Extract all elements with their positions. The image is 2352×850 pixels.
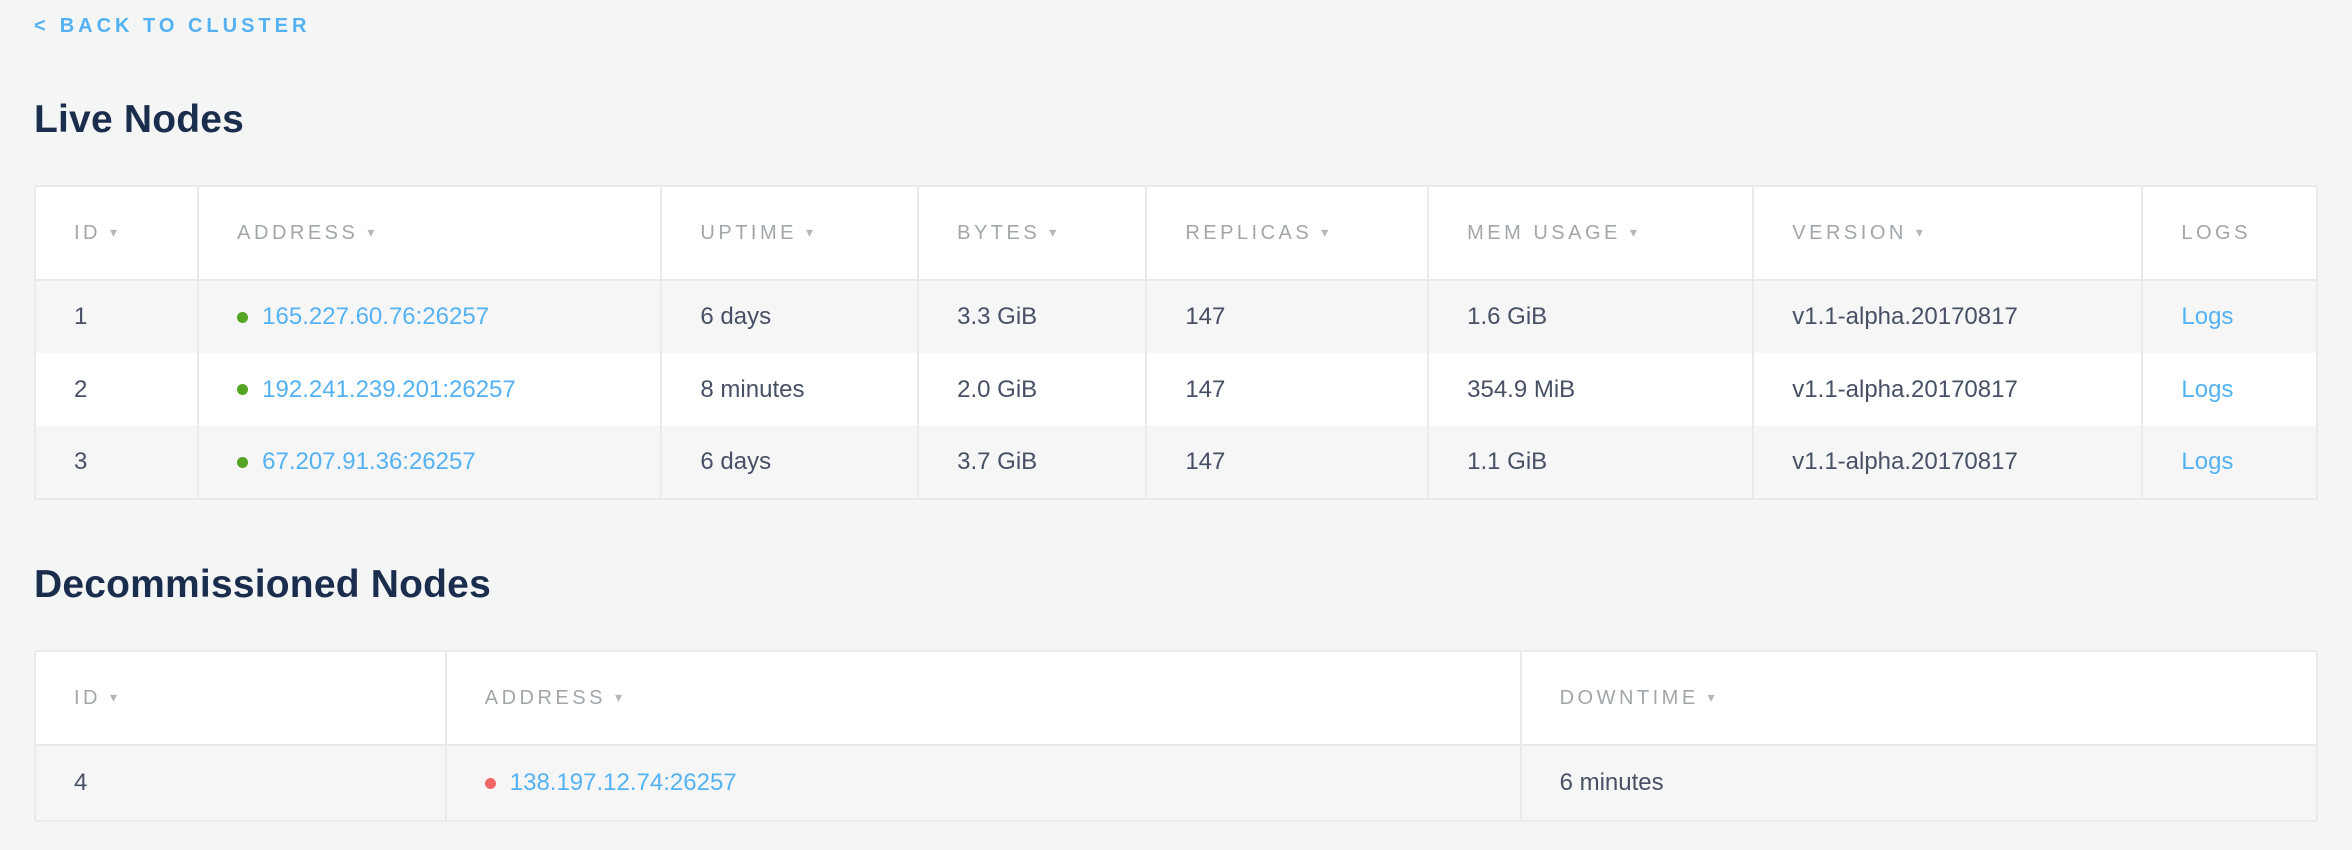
node-logs-cell: Logs xyxy=(2142,353,2317,426)
decommissioned-nodes-title: Decommissioned Nodes xyxy=(34,563,2318,607)
logs-link[interactable]: Logs xyxy=(2181,448,2233,475)
sort-icon: ▾ xyxy=(1049,224,1060,240)
decommissioned-nodes-table: ID▾ ADDRESS▾ DOWNTIME▾ 4 138.197.12.74:2… xyxy=(34,650,2318,822)
logs-link[interactable]: Logs xyxy=(2181,303,2233,330)
node-id-cell: 2 xyxy=(35,353,198,426)
node-uptime-cell: 6 days xyxy=(661,280,918,353)
node-replicas-cell: 147 xyxy=(1146,353,1428,426)
node-replicas-cell: 147 xyxy=(1146,426,1428,499)
back-chevron-icon: < xyxy=(34,15,50,37)
table-row: 4 138.197.12.74:26257 6 minutes xyxy=(35,745,2317,821)
node-address-link[interactable]: 192.241.239.201:26257 xyxy=(262,376,516,404)
logs-link[interactable]: Logs xyxy=(2181,376,2233,403)
node-mem-usage-cell: 354.9 MiB xyxy=(1428,353,1753,426)
node-bytes-cell: 3.3 GiB xyxy=(918,280,1146,353)
node-address-cell: 138.197.12.74:26257 xyxy=(446,745,1521,821)
sort-icon: ▾ xyxy=(110,689,121,705)
node-address-cell: 67.207.91.36:26257 xyxy=(198,426,661,499)
node-id-cell: 1 xyxy=(35,280,198,353)
sort-icon: ▾ xyxy=(615,689,626,705)
node-address-link[interactable]: 165.227.60.76:26257 xyxy=(262,303,489,331)
column-header-downtime[interactable]: DOWNTIME▾ xyxy=(1521,651,2317,745)
live-nodes-header-row: ID▾ ADDRESS▾ UPTIME▾ BYTES▾ REPLICAS▾ ME… xyxy=(35,186,2317,280)
column-header-mem-usage[interactable]: MEM USAGE▾ xyxy=(1428,186,1753,280)
node-address-link[interactable]: 138.197.12.74:26257 xyxy=(510,769,737,797)
node-uptime-cell: 6 days xyxy=(661,426,918,499)
node-uptime-cell: 8 minutes xyxy=(661,353,918,426)
back-to-cluster-link[interactable]: < BACK TO CLUSTER xyxy=(34,15,310,38)
column-header-id[interactable]: ID▾ xyxy=(35,651,446,745)
table-row: 3 67.207.91.36:26257 6 days 3.7 GiB 147 … xyxy=(35,426,2317,499)
table-row: 2 192.241.239.201:26257 8 minutes 2.0 Gi… xyxy=(35,353,2317,426)
sort-icon: ▾ xyxy=(1916,224,1927,240)
page-container: < BACK TO CLUSTER Live Nodes ID▾ ADDRESS▾… xyxy=(0,0,2352,822)
node-bytes-cell: 3.7 GiB xyxy=(918,426,1146,499)
node-replicas-cell: 147 xyxy=(1146,280,1428,353)
node-live-status-dot-icon xyxy=(237,312,248,323)
sort-icon: ▾ xyxy=(110,224,121,240)
column-header-logs: LOGS xyxy=(2142,186,2317,280)
column-header-version[interactable]: VERSION▾ xyxy=(1753,186,2142,280)
node-id-cell: 4 xyxy=(35,745,446,821)
node-version-cell: v1.1-alpha.20170817 xyxy=(1753,280,2142,353)
column-header-bytes[interactable]: BYTES▾ xyxy=(918,186,1146,280)
node-id-cell: 3 xyxy=(35,426,198,499)
table-row: 1 165.227.60.76:26257 6 days 3.3 GiB 147… xyxy=(35,280,2317,353)
live-nodes-title: Live Nodes xyxy=(34,98,2318,142)
node-decommissioned-status-dot-icon xyxy=(485,778,496,789)
node-address-cell: 192.241.239.201:26257 xyxy=(198,353,661,426)
sort-icon: ▾ xyxy=(806,224,817,240)
decommissioned-header-row: ID▾ ADDRESS▾ DOWNTIME▾ xyxy=(35,651,2317,745)
sort-icon: ▾ xyxy=(367,224,378,240)
node-logs-cell: Logs xyxy=(2142,426,2317,499)
node-mem-usage-cell: 1.6 GiB xyxy=(1428,280,1753,353)
column-header-address[interactable]: ADDRESS▾ xyxy=(198,186,661,280)
node-live-status-dot-icon xyxy=(237,384,248,395)
sort-icon: ▾ xyxy=(1708,689,1719,705)
sort-icon: ▾ xyxy=(1321,224,1332,240)
back-link-label: BACK TO CLUSTER xyxy=(60,15,311,37)
node-live-status-dot-icon xyxy=(237,457,248,468)
live-nodes-table: ID▾ ADDRESS▾ UPTIME▾ BYTES▾ REPLICAS▾ ME… xyxy=(34,185,2318,500)
node-logs-cell: Logs xyxy=(2142,280,2317,353)
column-header-uptime[interactable]: UPTIME▾ xyxy=(661,186,918,280)
column-header-replicas[interactable]: REPLICAS▾ xyxy=(1146,186,1428,280)
node-downtime-cell: 6 minutes xyxy=(1521,745,2317,821)
node-version-cell: v1.1-alpha.20170817 xyxy=(1753,353,2142,426)
node-address-cell: 165.227.60.76:26257 xyxy=(198,280,661,353)
sort-icon: ▾ xyxy=(1630,224,1641,240)
column-header-id[interactable]: ID▾ xyxy=(35,186,198,280)
node-mem-usage-cell: 1.1 GiB xyxy=(1428,426,1753,499)
column-header-address[interactable]: ADDRESS▾ xyxy=(446,651,1521,745)
node-bytes-cell: 2.0 GiB xyxy=(918,353,1146,426)
node-address-link[interactable]: 67.207.91.36:26257 xyxy=(262,448,476,476)
node-version-cell: v1.1-alpha.20170817 xyxy=(1753,426,2142,499)
